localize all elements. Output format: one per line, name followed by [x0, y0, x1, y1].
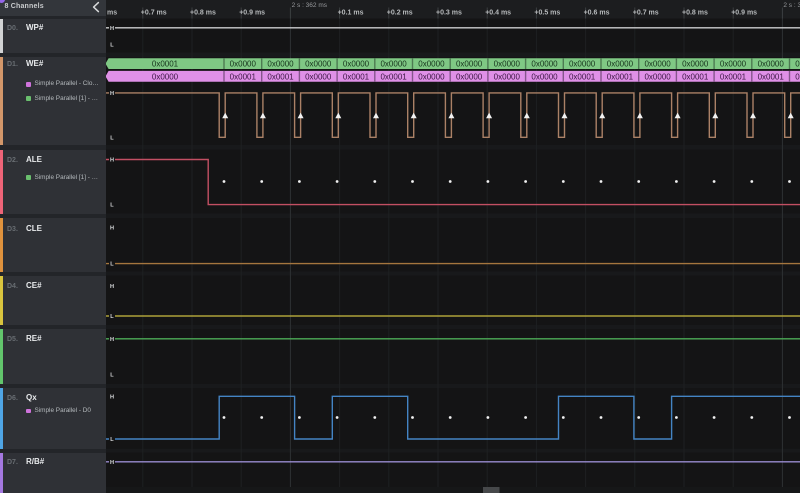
svg-text:0x0001: 0x0001	[569, 72, 596, 81]
svg-text:+0.8 ms: +0.8 ms	[190, 9, 216, 16]
svg-text:0x0000: 0x0000	[494, 60, 521, 69]
svg-text:H: H	[110, 158, 114, 164]
svg-text:L: L	[110, 314, 114, 320]
svg-text:+0.6 ms: +0.6 ms	[584, 9, 610, 16]
svg-text:H: H	[110, 394, 114, 400]
svg-text:L: L	[110, 203, 114, 209]
svg-text:0x0000: 0x0000	[418, 60, 445, 69]
svg-text:H: H	[110, 460, 114, 466]
svg-text:0x0001: 0x0001	[607, 72, 634, 81]
svg-text:0x0001: 0x0001	[720, 72, 747, 81]
svg-text:0x0000: 0x0000	[531, 72, 558, 81]
svg-text:0x0000: 0x0000	[305, 60, 332, 69]
svg-text:0x0000: 0x0000	[230, 60, 257, 69]
svg-text:0x0000: 0x0000	[607, 60, 634, 69]
svg-text:+0.3 ms: +0.3 ms	[436, 9, 462, 16]
svg-text:0x0000: 0x0000	[720, 60, 747, 69]
svg-text:+0.7 ms: +0.7 ms	[141, 9, 167, 16]
svg-text:L: L	[110, 136, 114, 142]
svg-text:0x0001: 0x0001	[758, 72, 785, 81]
svg-text:0x0000: 0x0000	[795, 60, 800, 69]
svg-text:0x0001: 0x0001	[152, 60, 179, 69]
svg-text:+0.8 ms: +0.8 ms	[682, 9, 708, 16]
svg-text:0x0000: 0x0000	[682, 60, 709, 69]
svg-text:H: H	[110, 91, 114, 97]
svg-text:0x0000: 0x0000	[267, 60, 294, 69]
svg-text:0x0000: 0x0000	[152, 72, 179, 81]
svg-text:+0.4 ms: +0.4 ms	[485, 9, 511, 16]
svg-text:0x0001: 0x0001	[230, 72, 257, 81]
svg-text:0x0001: 0x0001	[380, 72, 407, 81]
svg-text:H: H	[110, 226, 114, 232]
svg-text:0x0000: 0x0000	[531, 60, 558, 69]
svg-text:0x0000: 0x0000	[343, 60, 370, 69]
svg-text:+0.9 ms: +0.9 ms	[239, 9, 265, 16]
svg-text:L: L	[110, 372, 114, 378]
svg-text:0x0000: 0x0000	[456, 72, 483, 81]
svg-text:L: L	[110, 42, 114, 48]
svg-text:H: H	[110, 26, 114, 32]
svg-text:0x0000: 0x0000	[418, 72, 445, 81]
svg-text:2 s : 3: 2 s : 3	[783, 2, 800, 9]
svg-text:L: L	[110, 262, 114, 268]
svg-text:0x0000: 0x0000	[494, 72, 521, 81]
svg-text:H: H	[110, 337, 114, 343]
svg-text:+0.7 ms: +0.7 ms	[633, 9, 659, 16]
svg-text:0x0000: 0x0000	[380, 60, 407, 69]
svg-text:+0.5 ms: +0.5 ms	[534, 9, 560, 16]
svg-text:L: L	[110, 437, 114, 443]
svg-text:0x0001: 0x0001	[343, 72, 370, 81]
svg-text:0x0000: 0x0000	[456, 60, 483, 69]
svg-text:0x0000: 0x0000	[644, 72, 671, 81]
svg-text:+0.9 ms: +0.9 ms	[731, 9, 757, 16]
svg-text:0x0001: 0x0001	[682, 72, 709, 81]
svg-text:0x0000: 0x0000	[569, 60, 596, 69]
svg-text:0x0000: 0x0000	[795, 72, 800, 81]
svg-text:+0.1 ms: +0.1 ms	[338, 9, 364, 16]
svg-text:H: H	[110, 284, 114, 290]
svg-text:0x0000: 0x0000	[758, 60, 785, 69]
svg-text:0x0000: 0x0000	[305, 72, 332, 81]
svg-text:2 s : 362 ms: 2 s : 362 ms	[292, 2, 328, 9]
svg-text:0x0001: 0x0001	[267, 72, 294, 81]
svg-text:ms: ms	[107, 9, 117, 16]
svg-text:0x0000: 0x0000	[644, 60, 671, 69]
svg-text:+0.2 ms: +0.2 ms	[387, 9, 413, 16]
